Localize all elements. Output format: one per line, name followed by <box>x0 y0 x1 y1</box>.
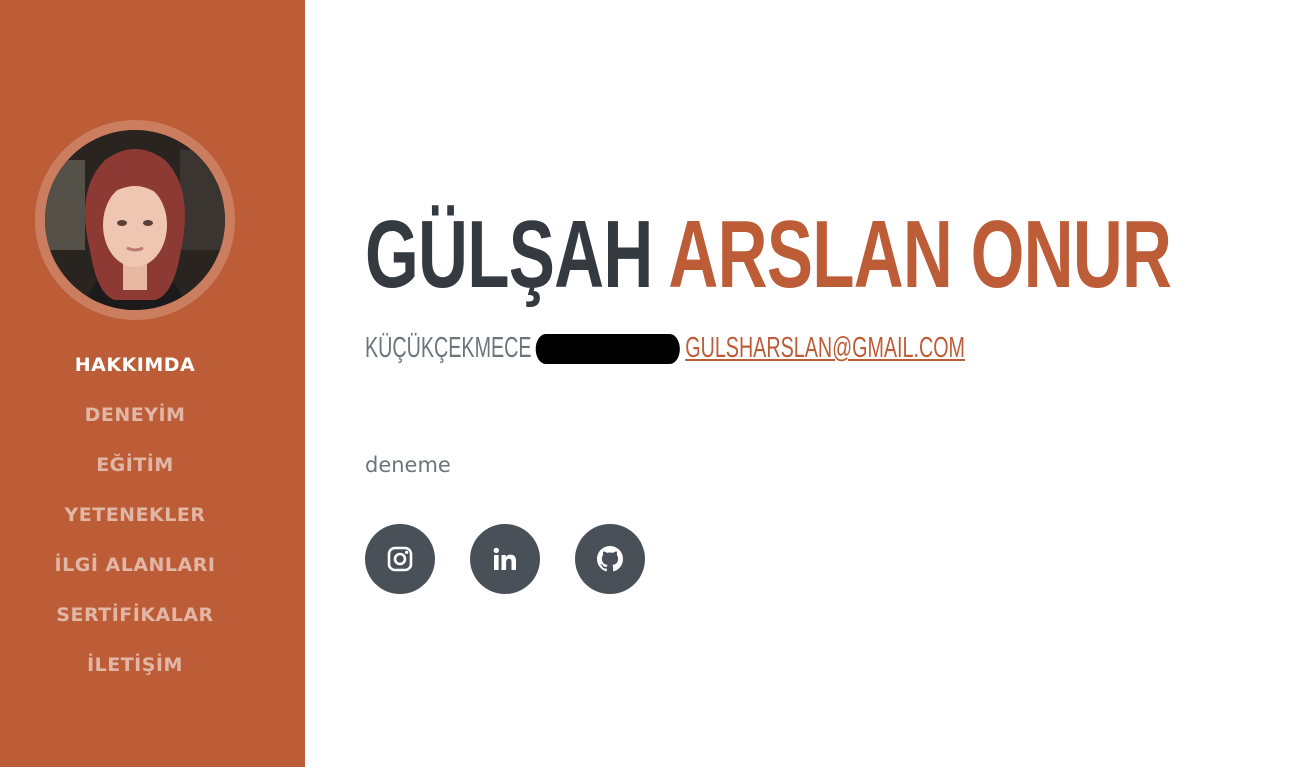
about-text: deneme <box>365 453 451 477</box>
nav-item: İLETİŞİM <box>0 640 270 690</box>
profile-photo <box>45 130 225 310</box>
sidebar: HAKKIMDA DENEYİM EĞİTİM YETENEKLER İLGİ … <box>0 0 305 767</box>
redacted-phone <box>535 334 680 365</box>
nav-item: HAKKIMDA <box>0 340 270 390</box>
nav-link-sertifikalar[interactable]: SERTİFİKALAR <box>56 604 213 626</box>
nav-item: EĞİTİM <box>0 440 270 490</box>
nav-link-hakkimda[interactable]: HAKKIMDA <box>75 354 196 376</box>
first-name: GÜLŞAH <box>365 201 653 308</box>
profile-avatar-ring <box>35 120 235 320</box>
nav-link-egitim[interactable]: EĞİTİM <box>96 454 174 476</box>
nav-item: DENEYİM <box>0 390 270 440</box>
about-section: GÜLŞAH ARSLAN ONUR KÜÇÜKÇEKMECE GULSHARSL… <box>365 0 1265 767</box>
last-name: ARSLAN ONUR <box>668 201 1172 308</box>
nav-link-iletisim[interactable]: İLETİŞİM <box>87 654 183 676</box>
linkedin-icon <box>493 547 516 570</box>
nav-link-yetenekler[interactable]: YETENEKLER <box>65 504 206 526</box>
github-button[interactable] <box>575 524 645 594</box>
nav-item: YETENEKLER <box>0 490 270 540</box>
avatar <box>45 130 225 310</box>
nav-link-deneyim[interactable]: DENEYİM <box>85 404 186 426</box>
email-link[interactable]: GULSHARSLAN@GMAIL.COM <box>685 332 965 364</box>
github-icon <box>597 546 623 572</box>
nav-link-ilgi-alanlari[interactable]: İLGİ ALANLARI <box>55 554 216 576</box>
nav-item: SERTİFİKALAR <box>0 590 270 640</box>
instagram-button[interactable] <box>365 524 435 594</box>
instagram-icon <box>387 546 413 572</box>
linkedin-button[interactable] <box>470 524 540 594</box>
location-text: KÜÇÜKÇEKMECE <box>365 332 532 364</box>
nav-item: İLGİ ALANLARI <box>0 540 270 590</box>
sidebar-nav: HAKKIMDA DENEYİM EĞİTİM YETENEKLER İLGİ … <box>0 340 270 690</box>
contact-subheading: KÜÇÜKÇEKMECE GULSHARSLAN@GMAIL.COM <box>365 328 965 368</box>
page-title: GÜLŞAH ARSLAN ONUR <box>365 190 1172 320</box>
social-icons <box>365 524 680 594</box>
